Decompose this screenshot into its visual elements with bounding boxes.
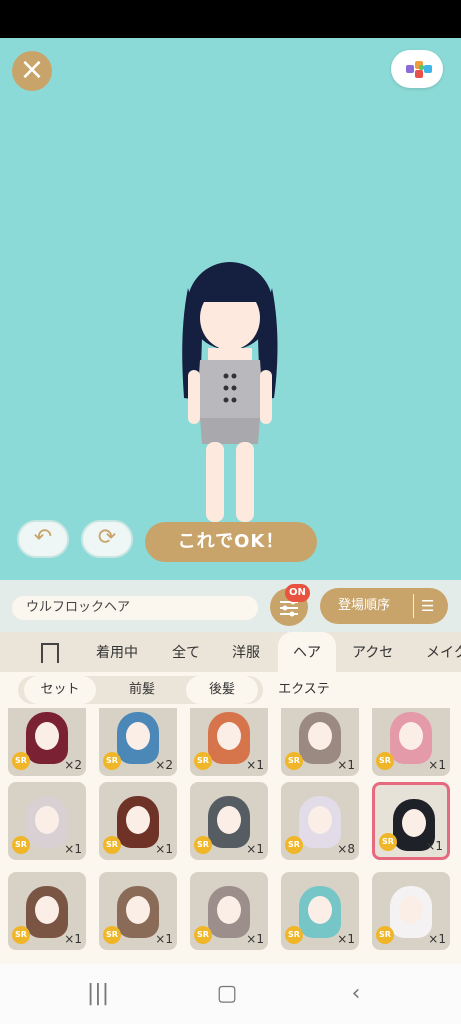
item-quantity: ×1 bbox=[246, 758, 264, 772]
face-preview bbox=[217, 806, 241, 834]
home-icon[interactable]: ▢ bbox=[207, 978, 247, 1010]
rarity-badge: SR bbox=[12, 926, 30, 944]
item-quantity: ×1 bbox=[64, 842, 82, 856]
tab-makeup[interactable]: メイク bbox=[426, 632, 461, 672]
subtab-extensions[interactable]: エクステ bbox=[266, 676, 342, 704]
hair-item-tile[interactable]: SR ×1 bbox=[99, 782, 177, 860]
layout-toggle-button[interactable] bbox=[391, 50, 443, 88]
face-preview bbox=[35, 896, 59, 924]
face-preview bbox=[217, 896, 241, 924]
sort-button[interactable]: 登場順序 ☰ bbox=[320, 588, 448, 624]
face-preview bbox=[35, 806, 59, 834]
face-preview bbox=[399, 722, 423, 750]
subtab-set[interactable]: セット bbox=[24, 676, 96, 704]
hair-item-tile[interactable]: SR ×1 bbox=[281, 708, 359, 776]
hair-item-tile[interactable]: SR ×1 bbox=[99, 872, 177, 950]
face-preview bbox=[217, 722, 241, 750]
rarity-badge: SR bbox=[103, 752, 121, 770]
rarity-badge: SR bbox=[194, 836, 212, 854]
item-quantity: ×1 bbox=[337, 758, 355, 772]
sort-label: 登場順序 bbox=[338, 598, 391, 613]
face-preview bbox=[399, 896, 423, 924]
hair-item-tile[interactable]: SR ×1 bbox=[372, 782, 450, 860]
item-quantity: ×1 bbox=[337, 932, 355, 946]
avatar-stage: × ↶ ⟳ これでOK！ bbox=[0, 38, 461, 580]
item-quantity: ×1 bbox=[246, 932, 264, 946]
hair-item-tile[interactable]: SR ×1 bbox=[372, 872, 450, 950]
hair-item-tile[interactable]: SR ×1 bbox=[190, 872, 268, 950]
hair-item-tile[interactable]: SR ×1 bbox=[8, 782, 86, 860]
close-icon: × bbox=[19, 52, 45, 87]
item-name-field[interactable]: ウルフロックヘア bbox=[12, 596, 258, 620]
hair-item-tile[interactable]: SR ×1 bbox=[190, 782, 268, 860]
hair-subtabs: セット 前髪 後髪 エクステ bbox=[0, 672, 461, 708]
rarity-badge: SR bbox=[285, 926, 303, 944]
rarity-badge: SR bbox=[12, 752, 30, 770]
category-tabs: 着用中 全て 洋服 ヘア アクセ メイク bbox=[0, 632, 461, 672]
confirm-button[interactable]: これでOK！ bbox=[145, 522, 317, 562]
item-quantity: ×8 bbox=[337, 842, 355, 856]
status-bar bbox=[0, 0, 461, 38]
hair-item-tile[interactable]: SR ×8 bbox=[281, 782, 359, 860]
rarity-badge: SR bbox=[103, 836, 121, 854]
rarity-badge: SR bbox=[194, 926, 212, 944]
sort-divider bbox=[413, 594, 414, 618]
subtab-back-hair[interactable]: 後髪 bbox=[186, 676, 258, 704]
item-quantity: ×2 bbox=[64, 758, 82, 772]
rarity-badge: SR bbox=[376, 752, 394, 770]
avatar-character bbox=[182, 262, 278, 522]
recents-icon[interactable]: ||| bbox=[78, 978, 118, 1010]
rarity-badge: SR bbox=[285, 752, 303, 770]
bookmark-icon[interactable] bbox=[41, 643, 59, 663]
hair-item-tile[interactable]: SR ×1 bbox=[281, 872, 359, 950]
rotate-button[interactable]: ⟳ bbox=[81, 520, 133, 558]
close-button[interactable]: × bbox=[12, 51, 52, 91]
rarity-badge: SR bbox=[12, 836, 30, 854]
tab-wearing[interactable]: 着用中 bbox=[96, 632, 138, 672]
item-quantity: ×1 bbox=[428, 758, 446, 772]
rarity-badge: SR bbox=[103, 926, 121, 944]
sort-icon: ☰ bbox=[421, 597, 435, 615]
face-preview bbox=[126, 896, 150, 924]
face-preview bbox=[308, 806, 332, 834]
hair-item-tile[interactable]: SR ×1 bbox=[8, 872, 86, 950]
rarity-badge: SR bbox=[285, 836, 303, 854]
face-preview bbox=[402, 809, 426, 837]
tab-accessories[interactable]: アクセ bbox=[352, 632, 393, 672]
search-row: ウルフロックヘア ON 登場順序 ☰ bbox=[0, 580, 461, 632]
hair-item-tile[interactable]: SR ×1 bbox=[372, 708, 450, 776]
hair-item-tile[interactable]: SR ×2 bbox=[99, 708, 177, 776]
hair-item-tile[interactable]: SR ×2 bbox=[8, 708, 86, 776]
item-grid: SR ×2 SR ×2 SR ×1 SR ×1 SR ×1 SR ×1 SR ×1 SR ×1 SR ×8 SR ×1… bbox=[0, 708, 461, 964]
item-quantity: ×2 bbox=[155, 758, 173, 772]
face-preview bbox=[126, 722, 150, 750]
face-preview bbox=[35, 722, 59, 750]
undo-icon: ↶ bbox=[33, 525, 53, 550]
item-quantity: ×1 bbox=[64, 932, 82, 946]
rotate-icon: ⟳ bbox=[97, 525, 117, 550]
tab-hair[interactable]: ヘア bbox=[278, 632, 336, 672]
back-icon[interactable]: ‹ bbox=[336, 978, 376, 1010]
tab-clothes[interactable]: 洋服 bbox=[232, 632, 260, 672]
face-preview bbox=[308, 722, 332, 750]
filter-on-badge: ON bbox=[285, 584, 310, 602]
item-quantity: ×1 bbox=[155, 932, 173, 946]
rarity-badge: SR bbox=[376, 926, 394, 944]
item-quantity: ×1 bbox=[155, 842, 173, 856]
face-preview bbox=[126, 806, 150, 834]
undo-button[interactable]: ↶ bbox=[17, 520, 69, 558]
item-quantity: ×1 bbox=[428, 932, 446, 946]
rarity-badge: SR bbox=[379, 833, 397, 851]
rarity-badge: SR bbox=[194, 752, 212, 770]
system-nav-bar: ||| ▢ ‹ bbox=[0, 964, 461, 1024]
tab-all[interactable]: 全て bbox=[172, 632, 200, 672]
face-preview bbox=[308, 896, 332, 924]
item-quantity: ×1 bbox=[425, 839, 443, 853]
hair-item-tile[interactable]: SR ×1 bbox=[190, 708, 268, 776]
item-quantity: ×1 bbox=[246, 842, 264, 856]
subtab-bangs[interactable]: 前髪 bbox=[106, 676, 178, 704]
